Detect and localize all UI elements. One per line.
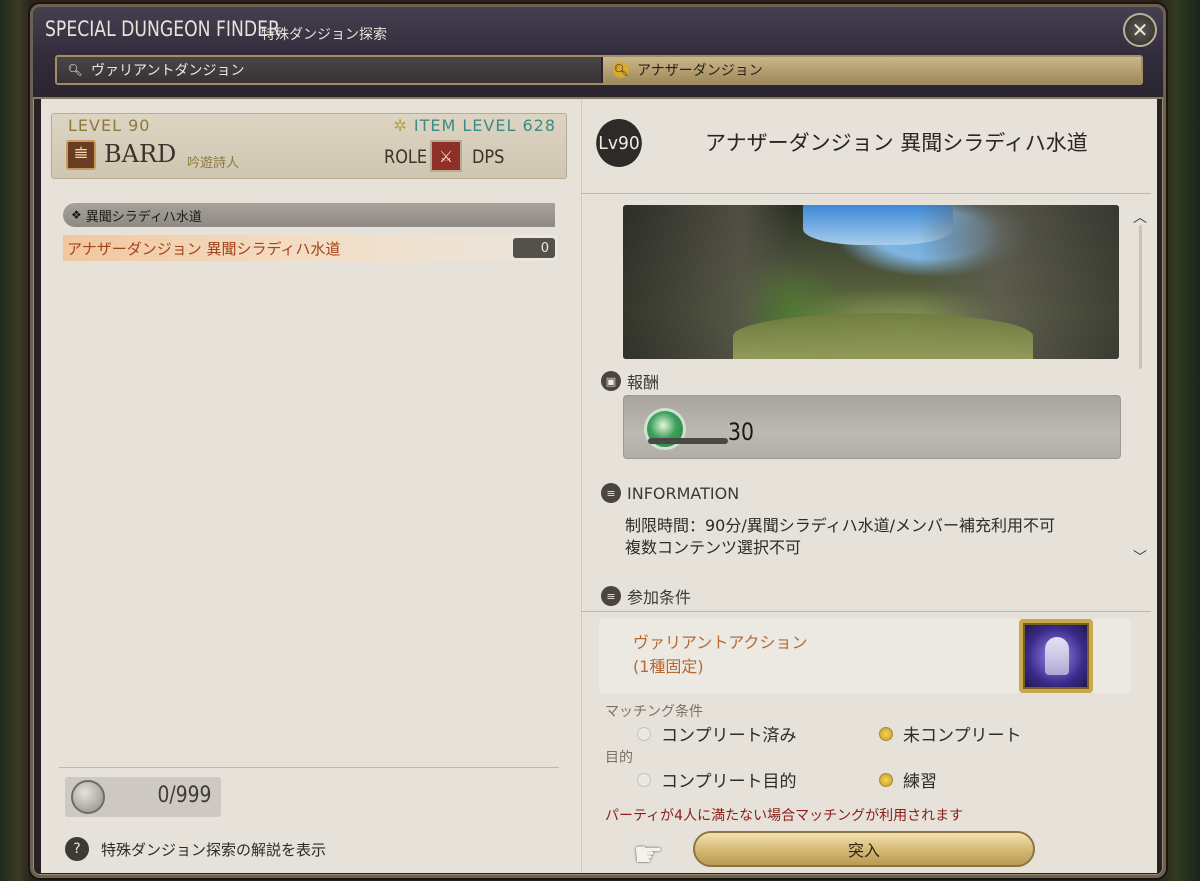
scroll-up-icon[interactable]: ︿ [1133,207,1147,227]
help-link[interactable]: ? 特殊ダンジョン探索の解説を表示 [65,837,326,861]
duty-category-header[interactable]: ❖ 異聞シラディハ水道 [63,203,555,227]
window-header: SPECIAL DUNGEON FINDER 特殊ダンジョン探索 ✕ 🔍︎ ヴァ… [33,7,1163,99]
character-level: LEVEL 90 [68,116,151,135]
divider [581,193,1151,194]
purpose-option-practice[interactable]: 練習 [879,767,937,792]
duty-name: アナザーダンジョン 異聞シラディハ水道 [67,239,341,258]
information-text: 制限時間：90分/異聞シラディハ水道/メンバー補充利用不可 複数コンテンツ選択不… [625,515,1055,559]
help-icon: ? [65,837,89,861]
radio-selected-icon [879,726,893,741]
reward-panel: 30 [623,395,1121,459]
window-title: SPECIAL DUNGEON FINDER [45,17,280,41]
information-line: 複数コンテンツ選択不可 [625,538,802,557]
category-icon: ❖ [71,208,82,222]
search-icon: 🔍︎ [67,63,83,77]
token-value: 0/999 [157,783,211,808]
item-level-icon: ✲ [393,116,408,135]
reward-value: 30 [728,418,754,446]
dps-role-icon: ⚔ [430,140,462,172]
bard-job-icon: 𝍨 [66,140,96,170]
duty-count-badge: 0 [513,238,555,258]
close-icon: ✕ [1131,18,1149,42]
radio-selected-icon [879,772,893,787]
reward-bar [648,438,728,444]
tab-label: アナザーダンジョン [637,63,763,79]
requirement-line: (1種固定) [633,657,704,676]
tab-bar: 🔍︎ ヴァリアントダンジョン 🔍︎ アナザーダンジョン [55,55,1143,85]
variant-action-icon[interactable] [1019,619,1093,693]
token-counter: 0/999 [65,777,221,817]
search-icon: 🔍︎ [613,62,629,78]
background-left [0,0,30,881]
information-header: ≡ INFORMATION [601,483,739,503]
requirement-line: ヴァリアントアクション [633,633,808,652]
divider [59,767,559,768]
option-label: 練習 [903,772,937,792]
reward-header: ▣ 報酬 [601,369,659,393]
character-info: LEVEL 90 ✲ ITEM LEVEL 628 𝍨 BARD 吟遊詩人 ROL… [51,113,567,179]
purpose-option-complete[interactable]: コンプリート目的 [637,767,797,792]
close-button[interactable]: ✕ [1123,13,1157,47]
scroll-down-icon[interactable]: ﹀ [1133,547,1147,567]
information-header-label: INFORMATION [627,483,740,503]
job-name-jp: 吟遊詩人 [187,156,240,171]
radio-icon [637,772,651,787]
hand-pointer-icon: ☛ [633,835,664,875]
item-level-value: ITEM LEVEL 628 [413,116,556,135]
divider [581,611,1151,612]
option-label: 未コンプリート [903,726,1022,746]
reward-icon: ▣ [601,371,621,391]
option-label: コンプリート目的 [661,772,797,792]
help-label: 特殊ダンジョン探索の解説を表示 [101,840,327,859]
scrollbar[interactable] [1139,225,1142,369]
requirements-header: ≡ 参加条件 [601,584,691,608]
purpose-label: 目的 [605,750,633,766]
reward-header-label: 報酬 [627,373,660,392]
requirement-text: ヴァリアントアクション (1種固定) [633,631,808,679]
role-value: DPS [472,146,505,168]
duty-title: アナザーダンジョン 異聞シラディハ水道 [705,131,1088,155]
information-line: 制限時間：90分/異聞シラディハ水道/メンバー補充利用不可 [625,516,1056,535]
matching-notice: パーティが4人に満たない場合マッチングが利用されます [605,808,964,824]
tab-another-dungeon[interactable]: 🔍︎ アナザーダンジョン [603,57,1141,83]
requirement-panel: ヴァリアントアクション (1種固定) [599,619,1131,693]
category-label: 異聞シラディハ水道 [85,209,202,225]
matching-option-completed[interactable]: コンプリート済み [637,721,797,746]
window-body: LEVEL 90 ✲ ITEM LEVEL 628 𝍨 BARD 吟遊詩人 ROL… [41,99,1157,875]
tab-label: ヴァリアントダンジョン [91,63,245,79]
tab-variant-dungeon[interactable]: 🔍︎ ヴァリアントダンジョン [57,57,601,83]
job-name: BARD [104,140,177,168]
requirements-header-label: 参加条件 [627,588,692,607]
panel-divider [581,99,582,873]
token-icon [71,780,105,814]
option-label: コンプリート済み [661,726,797,746]
background-right [1160,0,1200,881]
enter-button[interactable]: 突入 [693,831,1035,867]
duty-list-item[interactable]: アナザーダンジョン 異聞シラディハ水道 0 [63,235,557,261]
role-label: ROLE [384,146,428,168]
item-level: ✲ ITEM LEVEL 628 [393,116,556,135]
matching-option-incomplete[interactable]: 未コンプリート [879,721,1022,746]
radio-icon [637,726,651,741]
level-badge: Lv90 [596,119,642,167]
matching-label: マッチング条件 [605,704,703,720]
requirements-icon: ≡ [601,586,621,606]
duty-preview-image [623,205,1119,359]
duty-finder-window: SPECIAL DUNGEON FINDER 特殊ダンジョン探索 ✕ 🔍︎ ヴァ… [30,4,1166,878]
information-icon: ≡ [601,483,621,503]
window-subtitle: 特殊ダンジョン探索 [261,27,387,43]
